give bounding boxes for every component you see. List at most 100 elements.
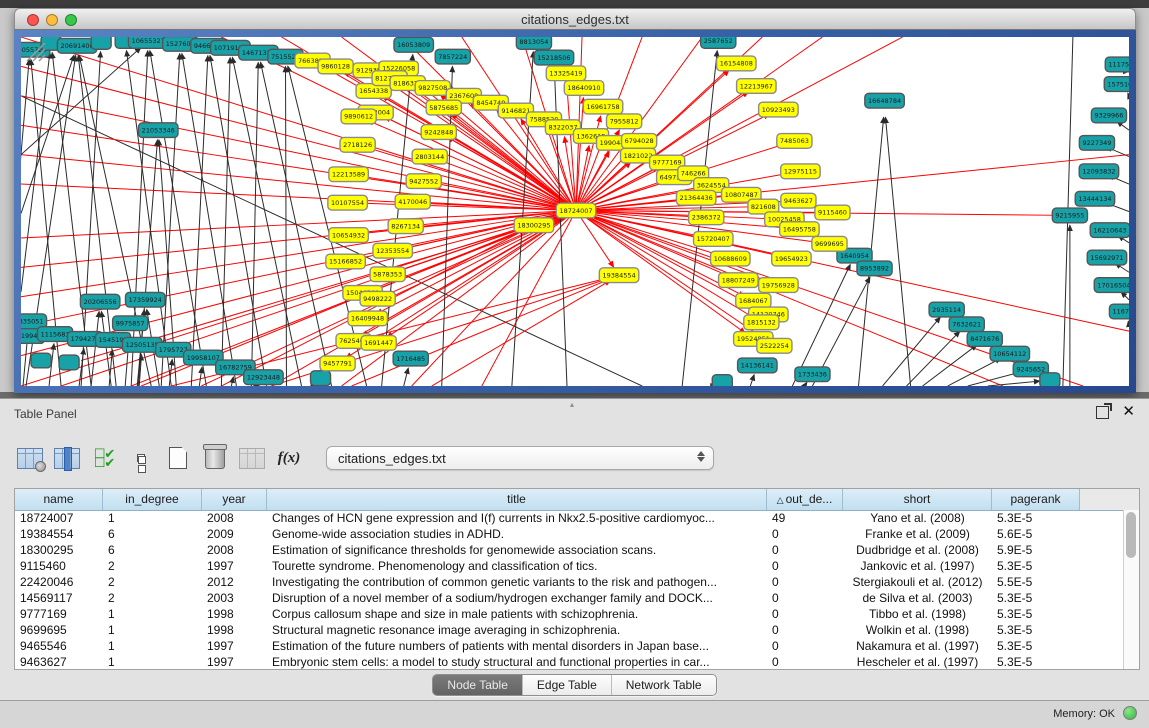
graph-node-label: 12213589 — [332, 171, 365, 179]
graph-edge[interactable] — [883, 317, 941, 386]
table-row[interactable]: 1938455462009Genome-wide association stu… — [15, 526, 1124, 542]
table-row[interactable]: 2242004622012Investigating the contribut… — [15, 574, 1124, 590]
graph-node[interactable] — [712, 375, 732, 386]
cell-out_de...: 0 — [767, 542, 843, 558]
table-scrollbar-thumb[interactable] — [1126, 512, 1136, 558]
cell-name: 18300295 — [15, 542, 103, 558]
graph-node-label: 4170046 — [398, 198, 427, 206]
network-window-titlebar[interactable]: citations_edges.txt — [14, 8, 1136, 30]
tab-node-table[interactable]: Node Table — [433, 675, 523, 695]
graph-edge[interactable] — [567, 83, 576, 210]
table-row[interactable]: 911546021997Tourette syndrome. Phenomeno… — [15, 558, 1124, 574]
graph-edge[interactable] — [231, 377, 233, 386]
graph-edge[interactable] — [1128, 93, 1129, 96]
table-row[interactable]: 946554611997Estimation of the future num… — [15, 638, 1124, 654]
table-row[interactable]: 969969511998Structural magnetic resonanc… — [15, 622, 1124, 638]
column-header-pagerank[interactable]: pagerank — [992, 489, 1080, 510]
close-panel-icon[interactable]: ✕ — [1122, 403, 1135, 421]
graph-edge[interactable] — [432, 280, 611, 386]
table-row[interactable]: 1830029562008Estimation of significance … — [15, 542, 1124, 558]
column-header-name[interactable]: name — [15, 489, 103, 510]
cell-year: 2009 — [202, 526, 267, 542]
status-bar: Memory: OK — [0, 700, 1149, 728]
graph-node-label: 10807487 — [725, 191, 758, 199]
cell-name: 14569117 — [15, 590, 103, 606]
unselect-all-columns-icon[interactable] — [127, 444, 155, 472]
graph-node-label: 9463627 — [784, 197, 813, 205]
delete-column-icon[interactable] — [201, 444, 229, 472]
graph-node-label: 9890612 — [344, 113, 373, 121]
memory-ok-indicator — [1123, 706, 1137, 720]
table-row[interactable]: 1456911722003Disruption of a novel membe… — [15, 590, 1124, 606]
graph-node-label: 1835051 — [21, 318, 44, 326]
table-tabs: Node TableEdge TableNetwork Table — [0, 674, 1149, 696]
graph-node-label: 9215955 — [1055, 212, 1084, 220]
graph-node-label: 15166852 — [329, 258, 362, 266]
graph-node-label: 20691406 — [61, 42, 94, 50]
graph-node[interactable] — [59, 355, 79, 370]
tab-network-table[interactable]: Network Table — [612, 675, 716, 695]
cell-pagerank: 5.6E-5 — [992, 526, 1080, 542]
graph-edge[interactable] — [564, 137, 576, 211]
graph-node-label: 7632621 — [952, 321, 981, 329]
float-panel-icon[interactable] — [1096, 406, 1109, 419]
select-all-columns-icon[interactable]: ☐✔☐✔ — [90, 444, 118, 472]
graph-edge[interactable] — [150, 51, 206, 386]
function-builder-icon[interactable]: f(x) — [275, 444, 303, 472]
graph-edge[interactable] — [1128, 321, 1129, 326]
tab-edge-table[interactable]: Edge Table — [523, 675, 612, 695]
graph-node-label: 19384554 — [603, 272, 636, 280]
cell-short: Tibbo et al. (1998) — [843, 606, 992, 622]
graph-node-label: 16961758 — [586, 103, 619, 111]
graph-node-label: 2386372 — [692, 214, 721, 222]
graph-node-label: 821608 — [751, 203, 776, 211]
cell-pagerank: 5.3E-5 — [992, 638, 1080, 654]
graph-edge[interactable] — [286, 66, 287, 386]
graph-node-label: 15692971 — [1090, 254, 1123, 262]
table-settings-icon[interactable] — [16, 444, 44, 472]
graph-edge[interactable] — [21, 55, 74, 213]
cell-title: Genome-wide association studies in ADHD. — [267, 526, 767, 542]
graph-node-label: 19756928 — [762, 281, 795, 289]
graph-node[interactable] — [91, 37, 111, 49]
graph-node[interactable] — [1040, 373, 1060, 386]
graph-node[interactable] — [311, 371, 331, 386]
graph-edge[interactable] — [750, 375, 754, 386]
cell-in_degree: 1 — [103, 606, 202, 622]
table-row[interactable]: 977716911998Corpus callosum shape and si… — [15, 606, 1124, 622]
graph-node-label: 9242848 — [424, 128, 453, 136]
table-row[interactable]: 946362711997Embryonic stem cells: a mode… — [15, 654, 1124, 669]
graph-edge[interactable] — [199, 367, 202, 386]
graph-node-label: 9227349 — [1082, 139, 1111, 147]
show-columns-icon[interactable] — [53, 444, 81, 472]
graph-node[interactable] — [31, 353, 51, 368]
cell-out_de...: 0 — [767, 606, 843, 622]
panel-resize-handle[interactable]: ▴ — [570, 400, 574, 409]
column-header-title[interactable]: title — [267, 489, 767, 510]
new-column-icon[interactable] — [164, 444, 192, 472]
graph-edge[interactable] — [923, 345, 977, 386]
table-row[interactable]: 1872400712008Changes of HCN gene express… — [15, 510, 1124, 526]
cell-in_degree: 2 — [103, 590, 202, 606]
graph-node-label: 2587652 — [704, 37, 733, 45]
graph-edge[interactable] — [885, 117, 910, 386]
graph-edge[interactable] — [804, 382, 806, 386]
graph-edge[interactable] — [261, 62, 332, 386]
graph-node-label: 9146821 — [501, 107, 530, 115]
network-graph[interactable]: 2405572420691406106553271527602946616010… — [21, 37, 1129, 386]
graph-edge[interactable] — [182, 54, 237, 386]
cell-short: Franke et al. (2009) — [843, 526, 992, 542]
cell-in_degree: 2 — [103, 574, 202, 590]
column-header-year[interactable]: year — [202, 489, 267, 510]
graph-node-label: 9860128 — [321, 63, 350, 71]
cell-title: Corpus callosum shape and size in male p… — [267, 606, 767, 622]
resize-grip-icon[interactable] — [21, 37, 51, 63]
table-scrollbar[interactable] — [1123, 510, 1139, 669]
column-header-short[interactable]: short — [843, 489, 992, 510]
graph-edge[interactable] — [1121, 292, 1129, 300]
graph-edge[interactable] — [404, 368, 409, 386]
column-header-out_de...[interactable]: △out_de... — [767, 489, 843, 510]
network-canvas[interactable]: 2405572420691406106553271527602946616010… — [21, 37, 1129, 386]
table-select-dropdown[interactable]: citations_edges.txt — [326, 446, 714, 470]
column-header-in_degree[interactable]: in_degree — [103, 489, 202, 510]
